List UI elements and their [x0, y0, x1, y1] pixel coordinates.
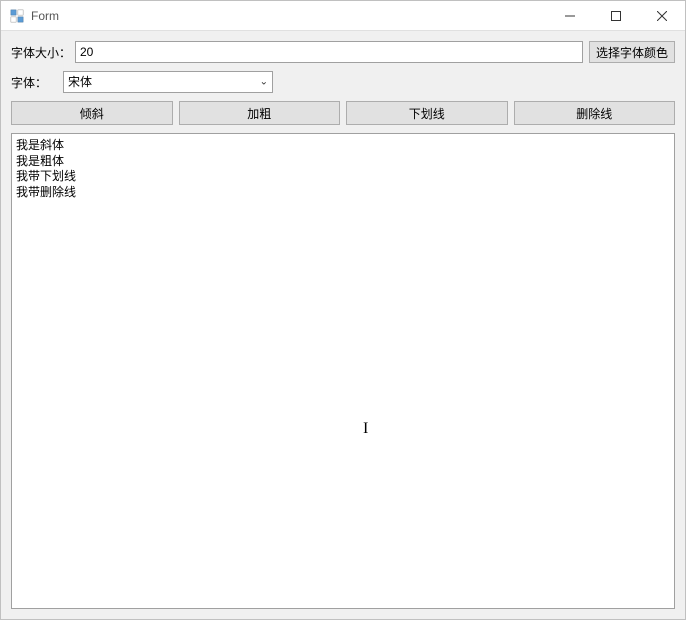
choose-color-button[interactable]: 选择字体颜色	[589, 41, 675, 63]
underline-button[interactable]: 下划线	[346, 101, 508, 125]
maximize-button[interactable]	[593, 1, 639, 30]
font-row: 字体： 宋体 ⌄	[11, 71, 675, 93]
main-window: Form 字体大小： 选择字体颜色 字体： 宋体	[0, 0, 686, 620]
text-editor[interactable]	[11, 133, 675, 609]
minimize-button[interactable]	[547, 1, 593, 30]
bold-button[interactable]: 加粗	[179, 101, 341, 125]
window-title: Form	[31, 9, 59, 23]
titlebar-left: Form	[1, 8, 59, 24]
style-button-row: 倾斜 加粗 下划线 删除线	[11, 101, 675, 125]
font-label: 字体：	[11, 74, 59, 91]
italic-button[interactable]: 倾斜	[11, 101, 173, 125]
font-size-input[interactable]	[75, 41, 583, 63]
font-select-wrap: 宋体 ⌄	[63, 71, 273, 93]
strikethrough-button[interactable]: 删除线	[514, 101, 676, 125]
app-icon	[9, 8, 25, 24]
titlebar: Form	[1, 1, 685, 31]
font-size-row: 字体大小： 选择字体颜色	[11, 41, 675, 63]
titlebar-controls	[547, 1, 685, 30]
font-size-label: 字体大小：	[11, 44, 71, 61]
font-select[interactable]: 宋体	[63, 71, 273, 93]
close-button[interactable]	[639, 1, 685, 30]
content-area: 字体大小： 选择字体颜色 字体： 宋体 ⌄ 倾斜 加粗 下划线 删除线	[1, 31, 685, 619]
